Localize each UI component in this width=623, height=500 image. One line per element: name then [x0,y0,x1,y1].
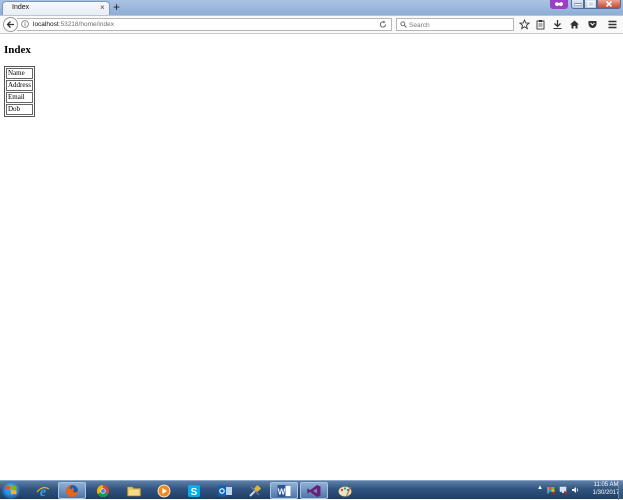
visual-studio-taskbar-button[interactable] [300,482,328,499]
skype-taskbar-button[interactable]: S [180,482,208,499]
page-viewport: Index Name Address Email Dob [0,34,623,480]
system-tray: ▲ 11:05 AM 1/30/2017 [534,481,623,500]
tab-close-button[interactable]: × [100,3,105,13]
maximize-button[interactable] [584,0,597,9]
firefox-taskbar-button[interactable] [58,482,86,499]
windows-taskbar: e S W ▲ 11:05 AM 1/30/2017 [0,480,623,500]
clipboard-icon[interactable] [535,19,546,30]
url-path: :53218/home/index [58,21,114,28]
svg-text:e: e [40,485,46,498]
word-taskbar-button[interactable]: W [270,482,298,499]
table-cell-dob: Dob [6,104,33,115]
reload-icon[interactable] [379,20,387,29]
search-input[interactable] [409,20,509,30]
ie-icon: e [36,485,50,498]
search-icon [400,21,407,28]
show-desktop-button[interactable] [618,481,623,500]
window-title-bar: Index × + [0,0,623,15]
url-host: localhost [33,21,59,28]
tools-icon [249,484,262,497]
info-icon[interactable] [21,20,29,28]
chrome-taskbar-button[interactable] [89,482,117,499]
page-title: Index [4,44,31,56]
svg-text:S: S [191,487,198,498]
table-cell-email: Email [6,92,33,103]
address-bar[interactable]: localhost:53218/home/index [17,18,392,31]
new-tab-button[interactable]: + [113,0,120,14]
table-row: Dob [6,104,33,115]
home-icon[interactable] [569,19,580,30]
back-button[interactable] [3,17,18,32]
firefox-icon [66,484,78,497]
pocket-icon[interactable] [587,19,598,30]
search-bar[interactable] [396,18,514,31]
start-button[interactable] [2,482,20,499]
menu-icon[interactable] [607,19,618,30]
paint-taskbar-button[interactable] [331,482,359,499]
folder-icon [127,486,141,496]
table-row: Address [6,80,33,91]
outlook-icon [218,485,232,496]
svg-text:W: W [278,487,286,496]
table-row: Name [6,68,33,79]
explorer-taskbar-button[interactable] [120,482,148,499]
media-player-taskbar-button[interactable] [150,482,178,499]
visual-studio-icon [307,484,321,497]
network-icon[interactable] [559,486,568,494]
private-browsing-icon[interactable] [550,0,568,9]
volume-icon[interactable] [571,486,580,494]
paint-icon [338,485,352,497]
star-icon[interactable] [519,19,530,30]
ie-taskbar-button[interactable]: e [29,482,57,499]
word-icon: W [277,484,291,497]
minimize-button[interactable] [571,0,584,9]
tab-title: Index [12,4,30,11]
tools-taskbar-button[interactable] [241,482,269,499]
url-text[interactable]: localhost:53218/home/index [33,20,114,30]
show-hidden-icons-button[interactable]: ▲ [537,485,543,491]
skype-icon: S [188,484,200,498]
navigation-toolbar: localhost:53218/home/index [0,15,623,34]
table-cell-name: Name [6,68,33,79]
download-icon[interactable] [552,19,563,30]
outlook-taskbar-button[interactable] [211,482,239,499]
fields-table: Name Address Email Dob [4,66,35,117]
browser-tab[interactable]: Index × [2,1,110,15]
media-player-icon [157,484,171,497]
table-row: Email [6,92,33,103]
table-cell-address: Address [6,80,33,91]
close-window-button[interactable] [597,0,621,9]
windows-logo-icon [5,486,17,495]
chrome-icon [96,484,109,497]
action-center-flag-icon[interactable] [547,486,555,494]
